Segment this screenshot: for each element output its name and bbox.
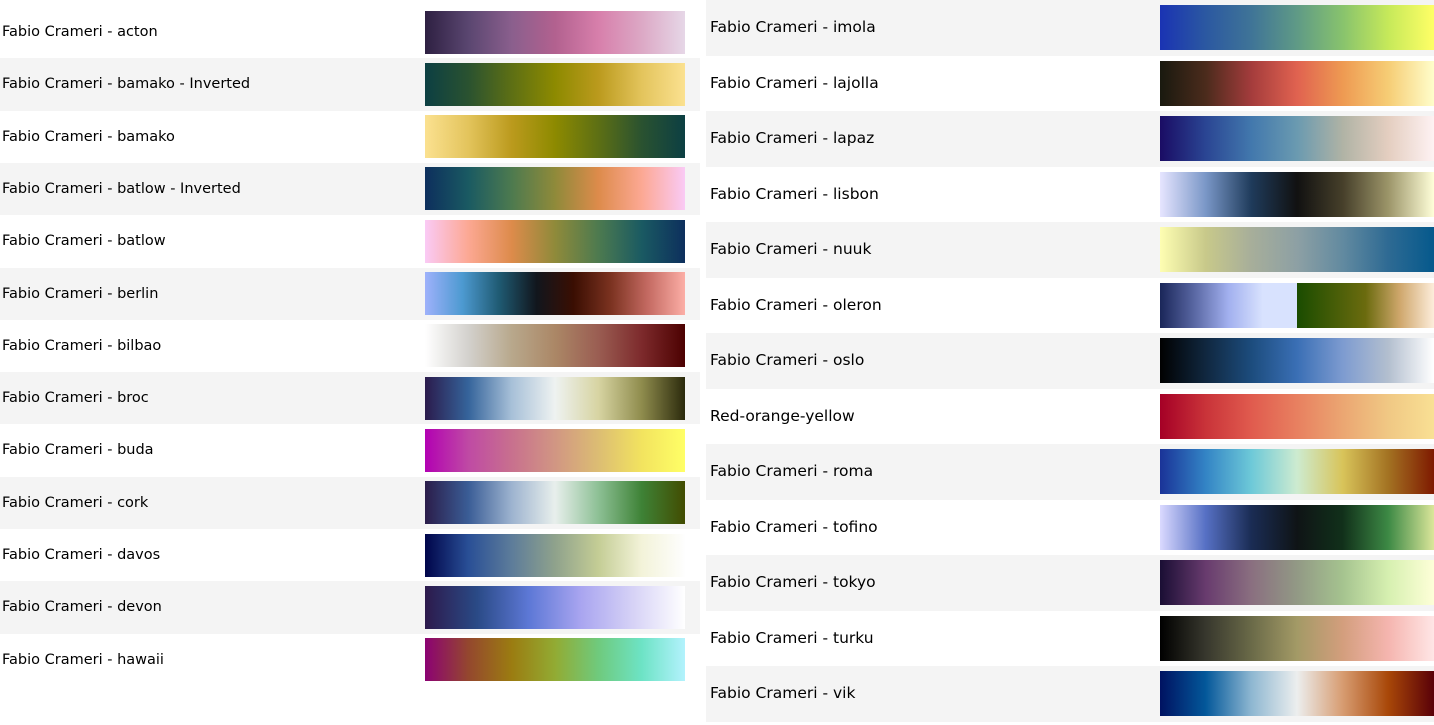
colormap-name: Fabio Crameri - davos [2,547,161,563]
colormap-gradient-swatch[interactable] [1160,338,1434,383]
colormap-name: Fabio Crameri - bilbao [2,337,162,354]
colormap-row[interactable]: Fabio Crameri - lisbon [706,166,1434,222]
colormap-name: Fabio Crameri - vik [710,684,856,702]
colormap-gradient-swatch[interactable] [1160,60,1434,106]
colormap-gradient-swatch[interactable] [1160,560,1434,605]
colormap-row[interactable]: Red-orange-yellow [706,388,1434,444]
colormap-gradient-swatch[interactable] [1160,227,1434,272]
colormap-gradient-swatch[interactable] [1160,5,1434,50]
colormap-gradient-swatch[interactable] [425,428,685,472]
colormap-row[interactable]: Fabio Crameri - davos [0,529,700,582]
colormap-row[interactable]: Fabio Crameri - cork [0,476,700,529]
colormap-name: Fabio Crameri - batlow - Inverted [2,180,241,197]
colormap-gradient-swatch[interactable] [425,272,685,315]
colormap-name: Fabio Crameri - bamako [2,128,175,145]
colormap-row[interactable]: Fabio Crameri - devon [0,581,700,634]
colormap-row[interactable]: Fabio Crameri - bilbao [0,319,700,373]
colormap-name: Fabio Crameri - acton [2,24,158,40]
colormap-gradient-swatch[interactable] [425,376,685,420]
colormap-row[interactable]: Fabio Crameri - turku [706,610,1434,666]
colormap-gradient-swatch[interactable] [425,219,685,263]
colormap-gradient-swatch[interactable] [1160,116,1434,161]
colormap-name: Fabio Crameri - imola [710,18,876,36]
colormap-gradient-swatch[interactable] [1160,449,1434,494]
colormap-gradient-swatch[interactable] [1160,393,1434,439]
colormap-name: Fabio Crameri - lisbon [710,184,879,203]
colormap-name: Fabio Crameri - tofino [710,517,878,536]
colormap-gradient-swatch[interactable] [425,481,685,525]
colormap-name: Fabio Crameri - oslo [710,351,865,369]
colormap-row[interactable]: Fabio Crameri - berlin [0,267,700,320]
colormap-name: Fabio Crameri - broc [2,390,149,407]
colormap-name: Fabio Crameri - berlin [2,285,159,302]
colormap-row[interactable]: Fabio Crameri - batlow - Inverted [0,162,700,216]
colormap-name: Fabio Crameri - cork [2,494,149,511]
colormap-row[interactable]: Fabio Crameri - hawaii [0,633,700,686]
colormap-name: Fabio Crameri - buda [2,442,154,459]
colormap-name: Red-orange-yellow [710,406,855,425]
colormap-gradient-swatch[interactable] [425,115,685,159]
colormap-row[interactable]: Fabio Crameri - oleron [706,277,1434,333]
colormap-row[interactable]: Fabio Crameri - imola [706,0,1434,56]
colormap-row[interactable]: Fabio Crameri - vik [706,666,1434,722]
colormap-gradient-swatch[interactable] [425,10,685,54]
colormap-row[interactable]: Fabio Crameri - lapaz [706,111,1434,167]
colormap-row[interactable]: Fabio Crameri - roma [706,444,1434,500]
colormap-row[interactable]: Fabio Crameri - tokyo [706,555,1434,611]
colormap-name: Fabio Crameri - nuuk [710,240,872,258]
colormap-name: Fabio Crameri - roma [710,462,874,480]
colormap-name: Fabio Crameri - tokyo [710,573,876,591]
colormap-row[interactable]: Fabio Crameri - acton [0,6,700,59]
colormap-name: Fabio Crameri - hawaii [2,651,164,668]
colormap-gradient-swatch[interactable] [425,533,685,577]
colormap-name: Fabio Crameri - turku [710,628,874,647]
colormap-row[interactable]: Fabio Crameri - bamako - Inverted [0,58,700,111]
colormap-row[interactable]: Fabio Crameri - tofino [706,499,1434,555]
colormap-gradient-swatch[interactable] [425,638,685,682]
colormap-gradient-swatch[interactable] [1160,504,1434,550]
colormap-row[interactable]: Fabio Crameri - oslo [706,333,1434,389]
colormap-name: Fabio Crameri - lajolla [710,73,879,92]
colormap-gradient-swatch[interactable] [1160,282,1434,328]
colormap-row[interactable]: Fabio Crameri - bamako [0,110,700,163]
colormap-gradient-swatch[interactable] [1160,615,1434,661]
colormap-gradient-swatch[interactable] [1160,171,1434,217]
colormap-row[interactable]: Fabio Crameri - nuuk [706,222,1434,278]
colormap-gradient-swatch[interactable] [425,167,685,211]
colormap-row[interactable]: Fabio Crameri - broc [0,372,700,425]
colormap-gradient-swatch[interactable] [425,324,685,368]
colormap-gradient-swatch[interactable] [425,62,685,106]
colormap-name: Fabio Crameri - bamako - Inverted [2,76,251,93]
colormap-name: Fabio Crameri - lapaz [710,129,875,147]
colormap-gradient-swatch[interactable] [425,585,685,629]
colormap-name: Fabio Crameri - batlow [2,233,166,250]
colormap-name: Fabio Crameri - oleron [710,295,882,314]
colormap-name: Fabio Crameri - devon [2,599,162,616]
colormap-row[interactable]: Fabio Crameri - lajolla [706,55,1434,111]
colormap-gradient-swatch[interactable] [1160,671,1434,716]
colormap-row[interactable]: Fabio Crameri - buda [0,424,700,477]
colormap-row[interactable]: Fabio Crameri - batlow [0,215,700,268]
